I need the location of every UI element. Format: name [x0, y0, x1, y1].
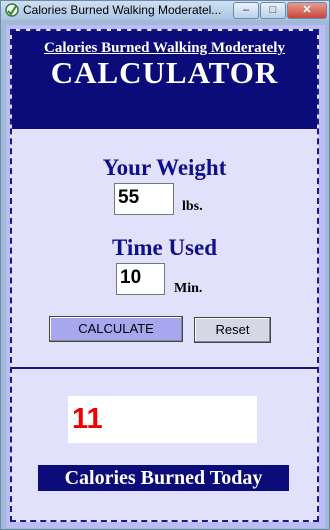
- title-bar[interactable]: Calories Burned Walking Moderatel... – □…: [1, 1, 329, 20]
- close-button[interactable]: ✕: [287, 2, 327, 19]
- result-caption: Calories Burned Today: [38, 465, 289, 491]
- app-icon: [5, 3, 19, 17]
- maximize-button[interactable]: □: [260, 2, 286, 19]
- app-window: Calories Burned Walking Moderatel... – □…: [0, 0, 330, 530]
- minimize-button[interactable]: –: [233, 2, 259, 19]
- weight-input[interactable]: 55: [114, 183, 174, 215]
- header-banner: Calories Burned Walking Moderately CALCU…: [12, 31, 317, 129]
- section-divider: [12, 367, 317, 369]
- result-display: 11: [68, 396, 257, 443]
- header-title: CALCULATOR: [50, 55, 279, 90]
- weight-label: Your Weight: [102, 155, 227, 180]
- weight-unit: lbs.: [182, 199, 203, 214]
- time-unit: Min.: [174, 281, 203, 296]
- client-area: Calories Burned Walking Moderately CALCU…: [6, 25, 325, 528]
- time-label: Time Used: [112, 235, 217, 260]
- calculate-button[interactable]: CALCULATE: [49, 316, 183, 342]
- reset-button[interactable]: Reset: [194, 317, 271, 343]
- time-input[interactable]: 10: [116, 263, 165, 295]
- window-title: Calories Burned Walking Moderatel...: [23, 3, 222, 17]
- calculator-panel: Calories Burned Walking Moderately CALCU…: [10, 29, 319, 522]
